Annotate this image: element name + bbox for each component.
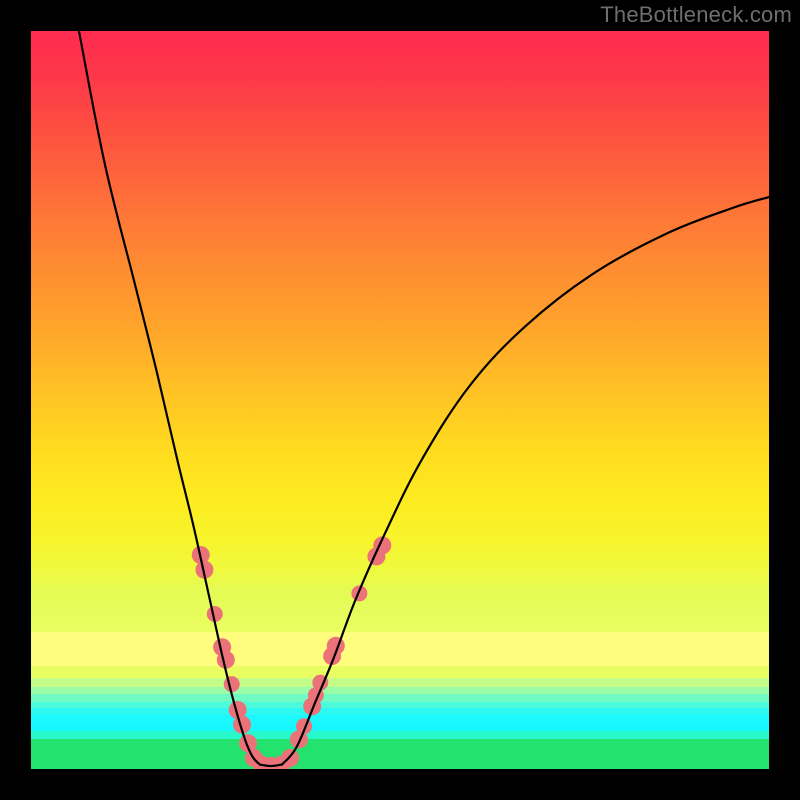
curves-svg [31,31,769,769]
data-marker [224,676,240,692]
chart-stage: TheBottleneck.com [0,0,800,800]
watermark-text: TheBottleneck.com [600,2,792,28]
curve-right-branch [282,197,769,765]
plot-area [31,31,769,769]
chart-frame [0,0,800,800]
